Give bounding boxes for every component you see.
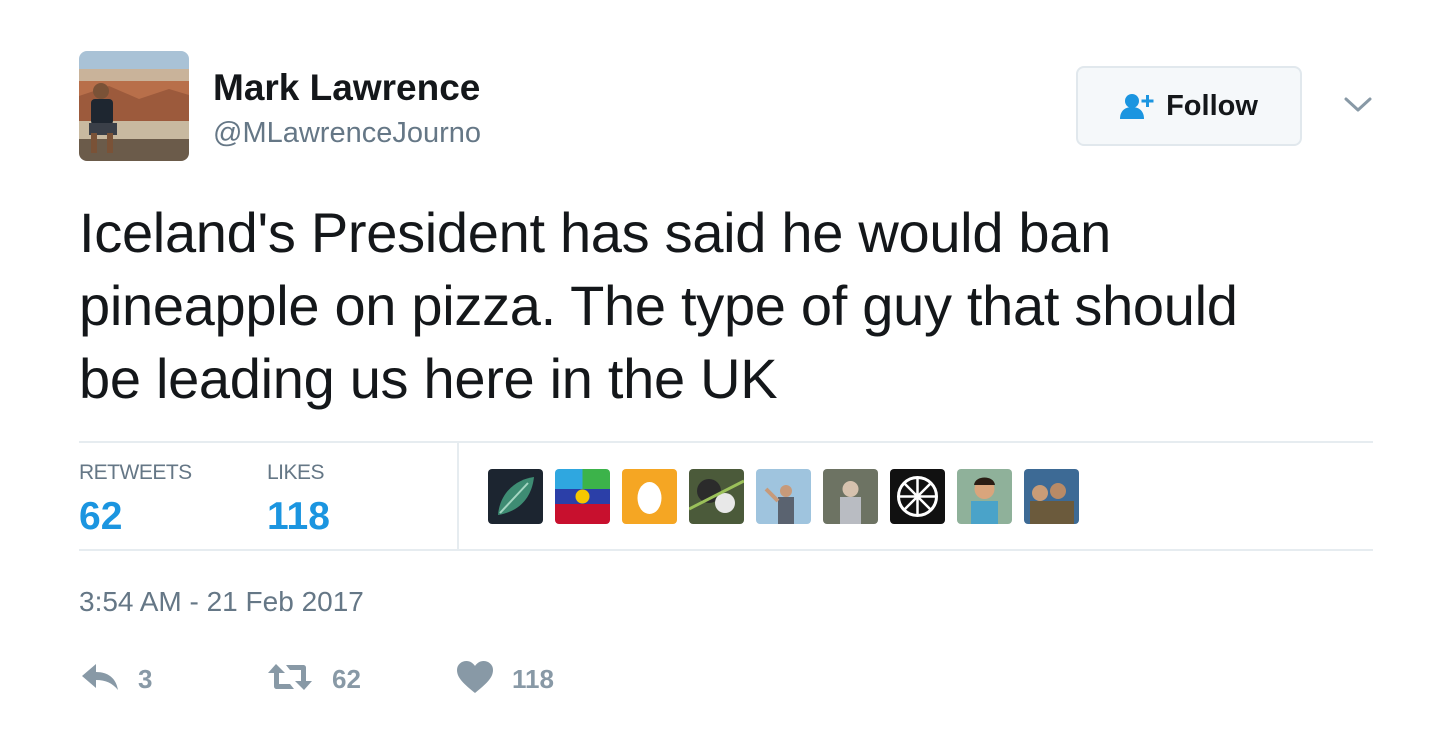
divider [457,443,459,549]
liker-avatar[interactable] [823,469,878,524]
follow-button[interactable]: Follow [1076,66,1302,146]
reply-count: 3 [138,663,153,694]
group-avatar [1024,469,1079,524]
tweet-text: Iceland's President has said he would ba… [79,201,1238,410]
retweets-stat[interactable]: RETWEETS 62 [79,460,192,542]
portrait-avatar [823,469,878,524]
follow-label: Follow [1166,89,1258,122]
liker-avatar[interactable] [1024,469,1079,524]
liker-avatar[interactable] [957,469,1012,524]
user-handle[interactable]: @MLawrenceJourno [213,115,481,151]
liker-avatar[interactable] [555,469,610,524]
retweet-icon [266,662,314,697]
child-avatar [957,469,1012,524]
user-avatar[interactable] [79,51,189,161]
heart-icon [456,660,494,699]
liker-avatar[interactable] [488,469,543,524]
leaf-avatar [488,469,543,524]
retweets-value: 62 [79,495,123,538]
liker-avatar[interactable] [890,469,945,524]
retweet-count: 62 [332,663,361,694]
like-count: 118 [512,663,554,694]
tweet-timestamp[interactable]: 3:54 AM - 21 Feb 2017 [79,585,364,619]
display-name[interactable]: Mark Lawrence [213,66,480,110]
sky-person-avatar [756,469,811,524]
add-user-icon [1120,93,1154,119]
retweets-label: RETWEETS [79,461,192,484]
flag-avatar [555,469,610,524]
divider [79,549,1373,551]
egg-avatar [622,469,677,524]
like-button[interactable]: 118 [456,658,554,700]
divider [79,441,1373,443]
reply-icon [80,662,120,697]
liker-avatar[interactable] [689,469,744,524]
likes-value: 118 [267,495,330,538]
user-avatar-image [79,51,189,161]
chevron-down-icon[interactable] [1340,90,1376,120]
retweet-button[interactable]: 62 [266,658,361,700]
liker-avatar[interactable] [622,469,677,524]
likers-list [488,469,1079,524]
symbol-avatar [890,469,945,524]
liker-avatar[interactable] [756,469,811,524]
likes-label: LIKES [267,461,325,484]
reply-button[interactable]: 3 [80,658,152,700]
likes-stat[interactable]: LIKES 118 [267,460,330,542]
animal-avatar [689,469,744,524]
